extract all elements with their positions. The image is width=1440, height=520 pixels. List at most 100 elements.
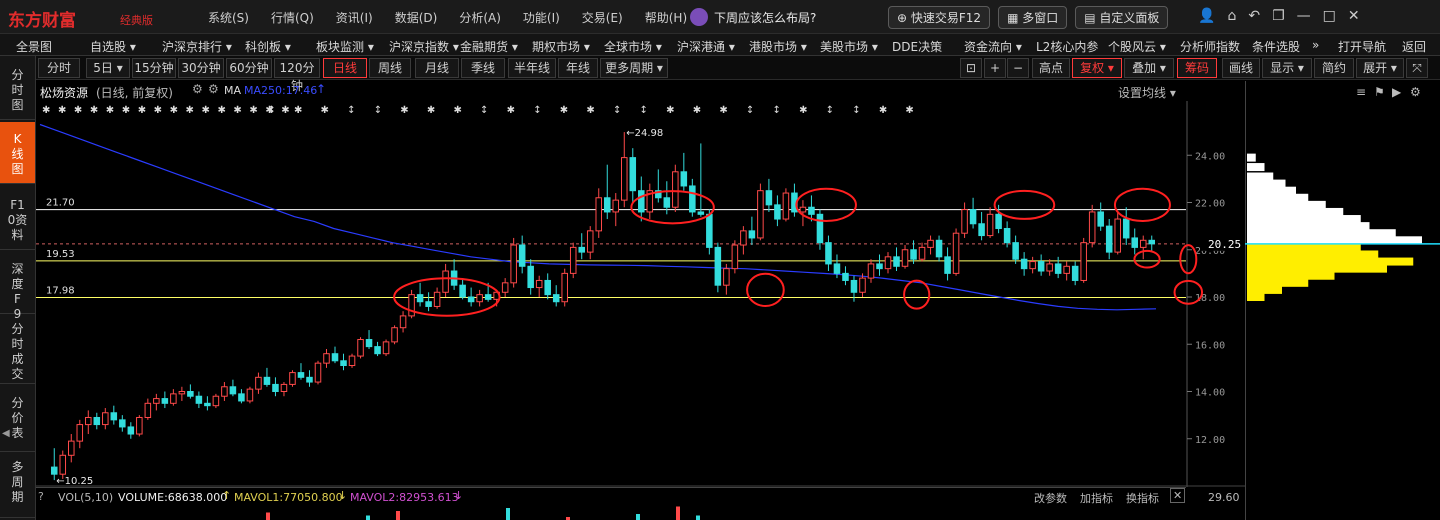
nav-index[interactable]: 沪深京指数 ▾ [389,38,459,55]
candle-body [85,416,92,426]
nav-back[interactable]: 返回 [1402,38,1426,55]
chip-button[interactable]: 筹码 [1177,58,1217,78]
collapse-left-icon[interactable]: ◀ [2,428,10,439]
sidebar-item-trades[interactable]: 分时成交 [0,316,35,384]
ma-settings-button[interactable]: 设置均线 ▾ [1118,84,1176,101]
period-60min[interactable]: 60分钟 [226,58,272,78]
period-more[interactable]: 更多周期 ▾ [600,58,668,78]
nav-screener[interactable]: 条件选股 [1252,38,1300,55]
sidebar-item-multi-period[interactable]: 多周期 [0,454,35,518]
promo-banner[interactable]: 下周应该怎么布局? [690,8,816,26]
chip-bar [1247,278,1309,287]
chip-gear-icon[interactable]: ⚙ [1410,85,1421,99]
user-icon[interactable]: 👤 [1198,8,1215,24]
volume-bar [636,514,640,520]
draw-line-button[interactable]: 画线 [1222,58,1260,78]
sidebar-item-kline[interactable]: K线图 [0,122,35,184]
nav-us[interactable]: 美股市场 ▾ [820,38,878,55]
nav-more[interactable]: » [1312,38,1319,52]
period-halfyear[interactable]: 半年线 [508,58,556,78]
sidebar-item-timeshare[interactable]: 分时图 [0,62,35,120]
candle [76,419,84,449]
fullscreen-icon[interactable]: ⤧ [1406,58,1428,78]
volume-help-icon[interactable]: ? [38,490,44,503]
info-settings-icon[interactable]: ⚙ [192,82,203,96]
menu-system[interactable]: 系统(S) [208,9,249,26]
plus-icon[interactable]: + [984,58,1006,78]
multi-window-button[interactable]: ▦ 多窗口 [998,6,1068,29]
minimize-icon[interactable]: — [1297,8,1311,24]
candle-body [901,249,909,267]
back-icon[interactable]: ↶ [1248,8,1260,24]
nav-star-market[interactable]: 科创板 ▾ [245,38,291,55]
period-yearly[interactable]: 年线 [558,58,598,78]
nav-open-guide[interactable]: 打开导航 [1338,38,1386,55]
chip-flag-icon[interactable]: ⚑ [1374,85,1385,99]
ma-label: MA [224,84,242,97]
add-indicator-button[interactable]: 加指标 [1080,490,1113,506]
change-param-button[interactable]: 改参数 [1034,490,1067,506]
nav-analyst[interactable]: 分析师指数 [1180,38,1240,55]
sidebar-item-f10[interactable]: F10资料 [0,186,35,250]
expand-button[interactable]: 展开 ▾ [1356,58,1404,78]
candle-body [399,315,407,329]
chip-list-icon[interactable]: ≡ [1356,85,1366,99]
candle [714,242,722,293]
close-volume-icon[interactable]: ✕ [1170,488,1186,503]
menu-functions[interactable]: 功能(I) [523,9,560,26]
high-point-button[interactable]: 高点 [1032,58,1070,78]
kline-chart[interactable]: ✱ ✱ ✱ ✱ ✱ ✱ ✱ ✱ ✱ ✱ ✱ ✱ ✱ ✱ ✱ ✱ ↕ ✱ ✱ ↕ ↕ ✱ ✱ ✱ ↕ ✱ ↕ ✱ ✱ ↕ ↕ ✱ ✱ ✱ ↕ ↕ ✱ ↕ ↕ ✱… [36,101,1245,487]
period-weekly[interactable]: 周线 [369,58,411,78]
menu-data[interactable]: 数据(D) [395,9,438,26]
candle-body [204,402,211,407]
nav-panorama[interactable]: 全景图 [16,38,52,55]
home-icon[interactable]: ⌂ [1227,8,1236,24]
nav-ranking[interactable]: 沪深京排行 ▾ [162,38,232,55]
period-120min[interactable]: 120分钟 [274,58,320,93]
nav-l2[interactable]: L2核心内参 [1036,38,1098,55]
period-15min[interactable]: 15分钟 [132,58,176,78]
candle-body [663,197,671,208]
lock-icon[interactable]: ⊡ [960,58,982,78]
period-quarterly[interactable]: 季线 [461,58,505,78]
nav-futures[interactable]: 金融期货 ▾ [460,38,518,55]
switch-indicator-button[interactable]: 换指标 [1126,490,1159,506]
period-daily[interactable]: 日线 [323,58,367,78]
sidebar-item-depth[interactable]: 深度F9 [0,252,35,321]
nav-hk[interactable]: 港股市场 ▾ [749,38,807,55]
nav-dde[interactable]: DDE决策 [892,38,942,55]
menu-news[interactable]: 资讯(I) [336,9,373,26]
info-gear-icon[interactable]: ⚙ [208,82,219,96]
period-timeshare[interactable]: 分时 [38,58,80,78]
chip-bar [1247,186,1296,195]
nav-global[interactable]: 全球市场 ▾ [604,38,662,55]
period-monthly[interactable]: 月线 [415,58,459,78]
nav-connect[interactable]: 沪深港通 ▾ [677,38,735,55]
quick-trade-button[interactable]: ⊕ 快速交易F12 [888,6,991,29]
custom-panel-button[interactable]: ▤ 自定义面板 [1075,6,1169,29]
restore-icon[interactable]: ❐ [1272,8,1285,24]
minus-icon[interactable]: − [1007,58,1029,78]
menu-trade[interactable]: 交易(E) [582,9,623,26]
menu-quotes[interactable]: 行情(Q) [271,9,314,26]
simple-button[interactable]: 简约 [1314,58,1354,78]
adjust-button[interactable]: 复权 ▾ [1072,58,1122,78]
nav-fund-flow[interactable]: 资金流向 ▾ [964,38,1022,55]
nav-stock-news[interactable]: 个股风云 ▾ [1108,38,1166,55]
maximize-icon[interactable]: □ [1323,8,1336,24]
candle [348,353,356,368]
period-5day[interactable]: 5日 ▾ [86,58,130,78]
sidebar-item-price-table[interactable]: 分价表 [0,386,35,452]
overlay-button[interactable]: 叠加 ▾ [1124,58,1174,78]
candle [825,235,832,272]
nav-options[interactable]: 期权市场 ▾ [532,38,590,55]
period-30min[interactable]: 30分钟 [178,58,224,78]
candle [68,434,75,463]
nav-sector-monitor[interactable]: 板块监测 ▾ [316,38,374,55]
close-icon[interactable]: ✕ [1348,8,1360,24]
chip-play-icon[interactable]: ▶ [1392,85,1401,99]
nav-watchlist[interactable]: 自选股 ▾ [90,38,136,55]
display-button[interactable]: 显示 ▾ [1262,58,1312,78]
menu-analysis[interactable]: 分析(A) [459,9,501,26]
menu-help[interactable]: 帮助(H) [645,9,687,26]
